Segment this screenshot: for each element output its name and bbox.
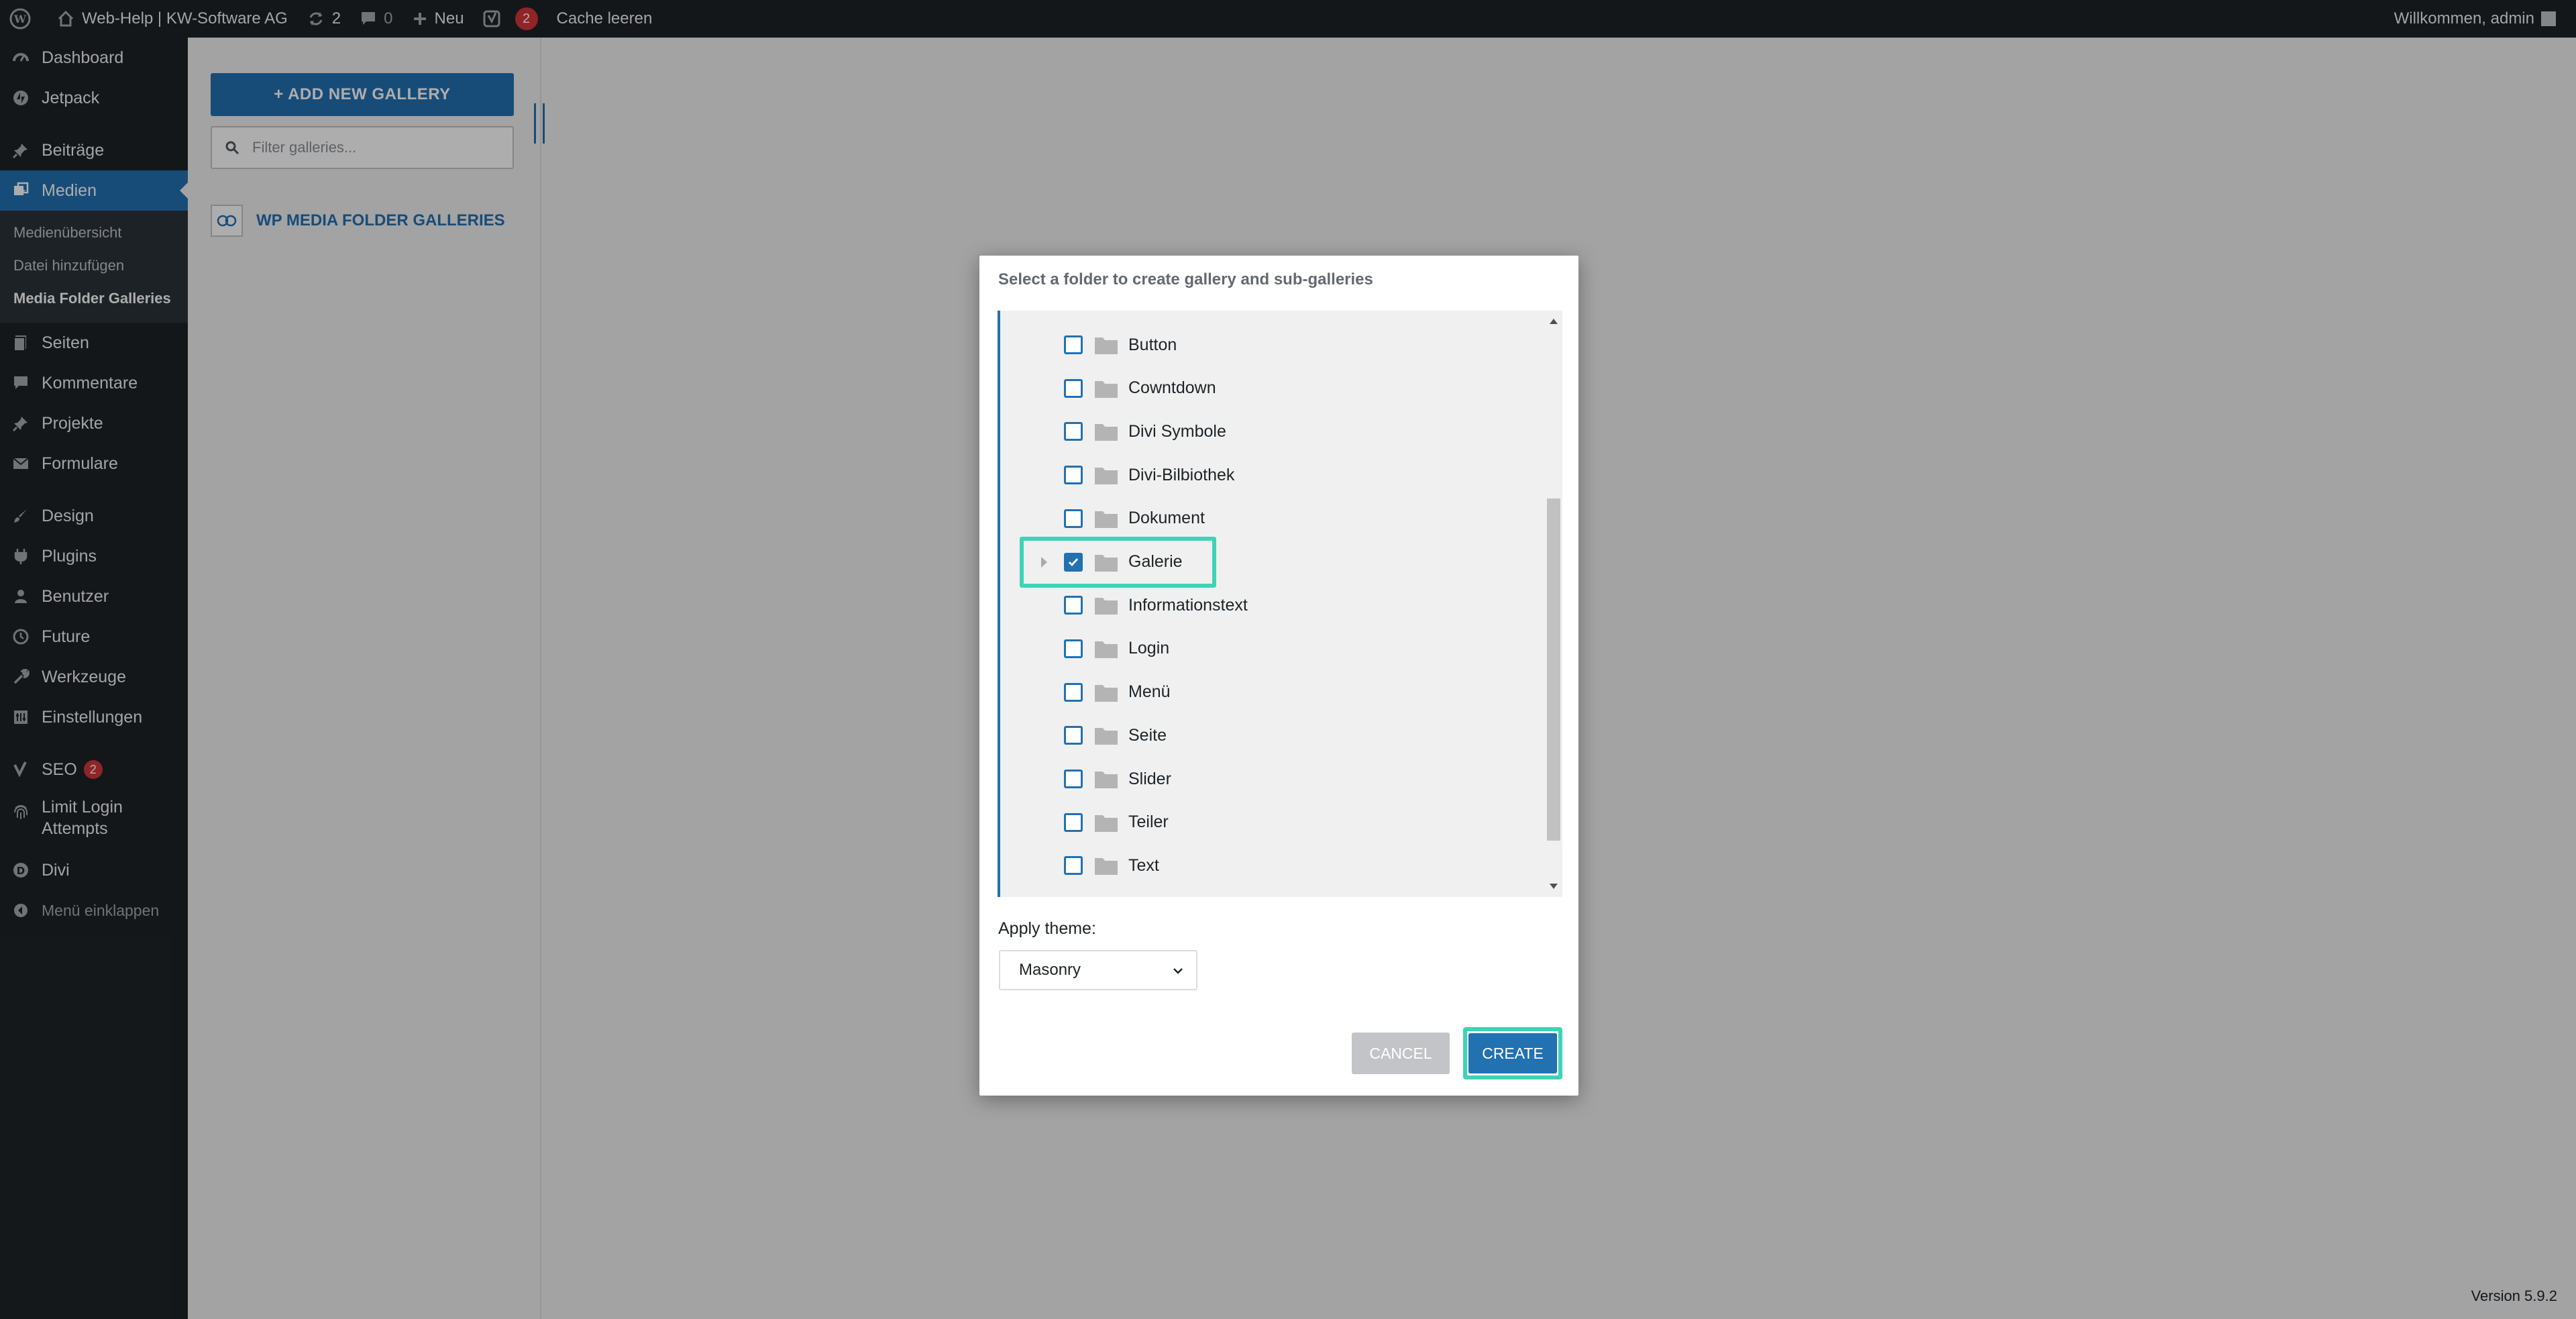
folder-label: Cowntdown bbox=[1128, 378, 1216, 398]
folder-icon bbox=[1094, 552, 1118, 572]
theme-select[interactable]: Masonry bbox=[999, 950, 1197, 990]
folder-icon bbox=[1094, 378, 1118, 399]
folder-row[interactable]: Divi-Bilbiothek bbox=[1000, 455, 1537, 495]
folder-row[interactable]: Login bbox=[1000, 629, 1537, 669]
folder-row[interactable]: Menü bbox=[1000, 672, 1537, 713]
folder-label: Menü bbox=[1128, 682, 1171, 702]
folder-checkbox[interactable] bbox=[1064, 726, 1083, 745]
folder-tree-scrollbar[interactable] bbox=[1545, 311, 1562, 897]
folder-checkbox[interactable] bbox=[1064, 335, 1083, 354]
scroll-up-arrow-icon[interactable] bbox=[1550, 319, 1558, 324]
folder-icon bbox=[1094, 682, 1118, 702]
folder-label: Seite bbox=[1128, 725, 1167, 745]
folder-checkbox[interactable] bbox=[1064, 596, 1083, 615]
folder-label: Divi-Bilbiothek bbox=[1128, 465, 1235, 484]
folder-checkbox[interactable] bbox=[1064, 770, 1083, 788]
dialog-title: Select a folder to create gallery and su… bbox=[998, 270, 1373, 288]
folder-label: Dokument bbox=[1128, 509, 1205, 528]
folder-icon bbox=[1094, 812, 1118, 833]
chevron-down-icon bbox=[1173, 968, 1183, 974]
folder-icon bbox=[1094, 465, 1118, 485]
expand-arrow-icon[interactable] bbox=[1041, 556, 1047, 568]
folder-icon bbox=[1094, 421, 1118, 441]
scroll-down-arrow-icon[interactable] bbox=[1550, 884, 1558, 889]
folder-row[interactable]: Dokument bbox=[1000, 498, 1537, 539]
folder-label: Teiler bbox=[1128, 812, 1169, 832]
folder-label: Divi Symbole bbox=[1128, 421, 1226, 441]
folder-row[interactable]: Teiler bbox=[1000, 802, 1537, 843]
folder-icon bbox=[1094, 769, 1118, 789]
folder-label: Login bbox=[1128, 639, 1170, 658]
folder-row[interactable]: Text bbox=[1000, 845, 1537, 886]
folder-row[interactable]: Button bbox=[1000, 325, 1537, 365]
folder-icon bbox=[1094, 855, 1118, 876]
folder-icon bbox=[1094, 639, 1118, 659]
folder-checkbox[interactable] bbox=[1064, 552, 1083, 572]
create-gallery-dialog: Select a folder to create gallery and su… bbox=[979, 256, 1578, 1096]
folder-icon bbox=[1094, 335, 1118, 355]
folder-label: Button bbox=[1128, 335, 1177, 354]
folder-checkbox[interactable] bbox=[1064, 639, 1083, 658]
folder-checkbox[interactable] bbox=[1064, 466, 1083, 485]
apply-theme-label: Apply theme: bbox=[998, 919, 1096, 938]
theme-select-value: Masonry bbox=[1019, 961, 1081, 979]
folder-checkbox[interactable] bbox=[1064, 509, 1083, 528]
folder-icon bbox=[1094, 725, 1118, 745]
folder-checkbox[interactable] bbox=[1064, 682, 1083, 702]
folder-checkbox[interactable] bbox=[1064, 422, 1083, 441]
folder-row[interactable]: Divi Symbole bbox=[1000, 411, 1537, 452]
folder-label: Galerie bbox=[1128, 552, 1183, 571]
folder-label: Text bbox=[1128, 855, 1159, 875]
folder-row[interactable]: Slider bbox=[1000, 759, 1537, 799]
folder-label: Informationstext bbox=[1128, 595, 1248, 615]
folder-row[interactable]: Cowntdown bbox=[1000, 368, 1537, 409]
folder-icon bbox=[1094, 509, 1118, 529]
folder-row[interactable]: Seite bbox=[1000, 715, 1537, 755]
folder-checkbox[interactable] bbox=[1064, 378, 1083, 398]
folder-row[interactable]: Galerie bbox=[1000, 536, 1537, 588]
folder-checkbox[interactable] bbox=[1064, 812, 1083, 832]
folder-checkbox[interactable] bbox=[1064, 856, 1083, 876]
scrollbar-thumb[interactable] bbox=[1547, 498, 1560, 841]
create-button-highlight: CREATE bbox=[1463, 1027, 1562, 1079]
create-button[interactable]: CREATE bbox=[1468, 1033, 1557, 1073]
cancel-button[interactable]: CANCEL bbox=[1352, 1033, 1450, 1074]
folder-row[interactable]: Informationstext bbox=[1000, 585, 1537, 625]
folder-icon bbox=[1094, 595, 1118, 615]
folder-label: Slider bbox=[1128, 769, 1171, 788]
folder-tree[interactable]: Button Cowntdown Divi Symbole Divi-Bilbioth… bbox=[998, 311, 1562, 897]
